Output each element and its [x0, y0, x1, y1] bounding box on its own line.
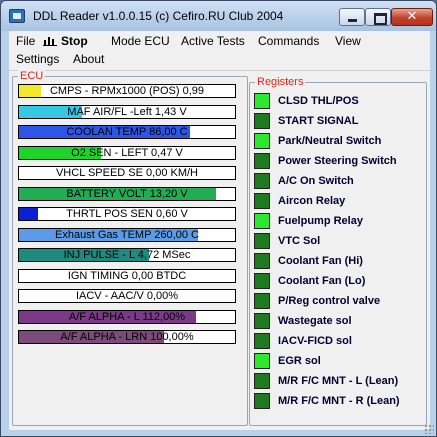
register-label: IACV-FICD sol — [278, 335, 352, 347]
status-led-icon — [254, 373, 270, 389]
menu-stop[interactable]: Stop — [43, 32, 88, 50]
menu-file[interactable]: File — [16, 32, 35, 50]
ecu-gauge-label: INJ PULSE - L 4,72 MSec — [63, 249, 191, 261]
resize-grip[interactable] — [424, 424, 434, 434]
registers-group-label: Registers — [255, 76, 306, 88]
close-icon: ✕ — [406, 9, 418, 24]
ecu-gauge: IACV - AAC/V 0,00% — [18, 289, 236, 303]
ecu-gauge: A/F ALPHA - LRN 100,00% — [18, 330, 236, 344]
register-row: Park/Neutral Switch — [254, 132, 430, 150]
client-area: ECU Registers CMPS - RPMx1000 (POS) 0,99… — [9, 70, 430, 430]
register-row: M/R F/C MNT - R (Lean) — [254, 392, 430, 410]
close-button[interactable]: ✕ — [391, 8, 433, 26]
ecu-gauge-label: VHCL SPEED SE 0,00 KM/H — [55, 167, 199, 179]
ecu-gauge-label: THRTL POS SEN 0,60 V — [66, 208, 188, 220]
register-label: Wastegate sol — [278, 315, 352, 327]
menu-view[interactable]: View — [335, 32, 361, 50]
register-label: Coolant Fan (Hi) — [278, 255, 363, 267]
ecu-gauge: A/F ALPHA - L 112,00% — [18, 309, 236, 324]
ecu-gauge-label: IACV - AAC/V 0,00% — [75, 290, 179, 302]
maximize-button[interactable] — [365, 8, 391, 26]
status-led-icon — [254, 293, 270, 309]
status-led-icon — [254, 393, 270, 409]
register-row: Wastegate sol — [254, 312, 430, 330]
register-label: M/R F/C MNT - R (Lean) — [278, 395, 400, 407]
register-label: P/Reg control valve — [278, 295, 381, 307]
menu-settings[interactable]: Settings — [16, 50, 59, 68]
register-row: VTC Sol — [254, 232, 430, 250]
menu-active-tests[interactable]: Active Tests — [181, 32, 245, 50]
register-row: M/R F/C MNT - L (Lean) — [254, 372, 430, 390]
ecu-gauge-label: IGN TIMING 0,00 BTDC — [67, 269, 187, 282]
register-row: START SIGNAL — [254, 112, 430, 130]
status-led-icon — [254, 233, 270, 249]
register-row: Coolant Fan (Hi) — [254, 252, 430, 270]
ecu-gauge-label: Exhaust Gas TEMP 260,00 C — [55, 228, 199, 241]
minimize-button[interactable] — [339, 8, 365, 26]
register-row: P/Reg control valve — [254, 292, 430, 310]
status-led-icon — [254, 113, 270, 129]
ecu-gauge: Exhaust Gas TEMP 260,00 C — [18, 227, 236, 242]
ecu-gauge-label: A/F ALPHA - LRN 100,00% — [60, 331, 194, 343]
ecu-gauge-label: CMPS - RPMx1000 (POS) 0,99 — [49, 85, 205, 97]
register-label: START SIGNAL — [278, 115, 359, 127]
ecu-gauge-label: A/F ALPHA - L 112,00% — [68, 310, 186, 323]
register-label: A/C On Switch — [278, 175, 354, 187]
register-row: A/C On Switch — [254, 172, 430, 190]
register-label: EGR sol — [278, 355, 321, 367]
status-led-icon — [254, 193, 270, 209]
status-led-icon — [254, 313, 270, 329]
ecu-gauge: VHCL SPEED SE 0,00 KM/H — [18, 166, 236, 180]
status-led-icon — [254, 353, 270, 369]
register-row: Fuelpump Relay — [254, 212, 430, 230]
ecu-gauge: BATTERY VOLT 13,20 V — [18, 186, 236, 201]
title-bar[interactable]: DDL Reader v1.0.0.15 (c) Cefiro.RU Club … — [1, 1, 436, 31]
app-window: DDL Reader v1.0.0.15 (c) Cefiro.RU Club … — [0, 0, 437, 437]
ecu-gauge: O2 SEN - LEFT 0,47 V — [18, 145, 236, 160]
app-icon[interactable] — [9, 9, 25, 23]
ecu-gauge: IGN TIMING 0,00 BTDC — [18, 268, 236, 283]
register-label: VTC Sol — [278, 235, 321, 247]
status-led-icon — [254, 253, 270, 269]
menu-about[interactable]: About — [73, 50, 104, 68]
register-row: EGR sol — [254, 352, 430, 370]
register-row: IACV-FICD sol — [254, 332, 430, 350]
status-led-icon — [254, 153, 270, 169]
menu-mode-ecu[interactable]: Mode ECU — [111, 32, 170, 50]
status-led-icon — [254, 273, 270, 289]
ecu-gauge: COOLAN TEMP 86,00 C — [18, 125, 236, 139]
ecu-gauge-label: MAF AIR/FL -Left 1,43 V — [67, 105, 187, 118]
ecu-gauge-label: BATTERY VOLT 13,20 V — [66, 187, 188, 200]
menu-bar: File Stop Mode ECU Active Tests Commands… — [9, 31, 430, 71]
register-label: CLSD THL/POS — [278, 95, 359, 107]
register-row: Coolant Fan (Lo) — [254, 272, 430, 290]
window-title: DDL Reader v1.0.0.15 (c) Cefiro.RU Club … — [33, 9, 284, 23]
register-label: Aircon Relay — [278, 195, 346, 207]
register-row: Power Steering Switch — [254, 152, 430, 170]
status-led-icon — [254, 333, 270, 349]
ecu-gauge: INJ PULSE - L 4,72 MSec — [18, 248, 236, 262]
ecu-group-label: ECU — [18, 70, 46, 82]
register-label: Park/Neutral Switch — [278, 135, 382, 147]
register-label: Fuelpump Relay — [278, 215, 363, 227]
register-row: Aircon Relay — [254, 192, 430, 210]
chart-icon — [43, 35, 57, 46]
ecu-gauge: CMPS - RPMx1000 (POS) 0,99 — [18, 84, 236, 98]
register-label: M/R F/C MNT - L (Lean) — [278, 375, 399, 387]
menu-stop-label: Stop — [61, 34, 88, 48]
status-led-icon — [254, 173, 270, 189]
register-row: CLSD THL/POS — [254, 92, 430, 110]
ecu-gauge-label: COOLAN TEMP 86,00 C — [66, 126, 188, 138]
ecu-gauge: THRTL POS SEN 0,60 V — [18, 207, 236, 221]
register-label: Coolant Fan (Lo) — [278, 275, 366, 287]
status-led-icon — [254, 133, 270, 149]
register-label: Power Steering Switch — [278, 155, 397, 167]
ecu-gauge: MAF AIR/FL -Left 1,43 V — [18, 104, 236, 119]
ecu-gauge-label: O2 SEN - LEFT 0,47 V — [71, 146, 183, 159]
status-led-icon — [254, 213, 270, 229]
menu-commands[interactable]: Commands — [258, 32, 319, 50]
status-led-icon — [254, 93, 270, 109]
